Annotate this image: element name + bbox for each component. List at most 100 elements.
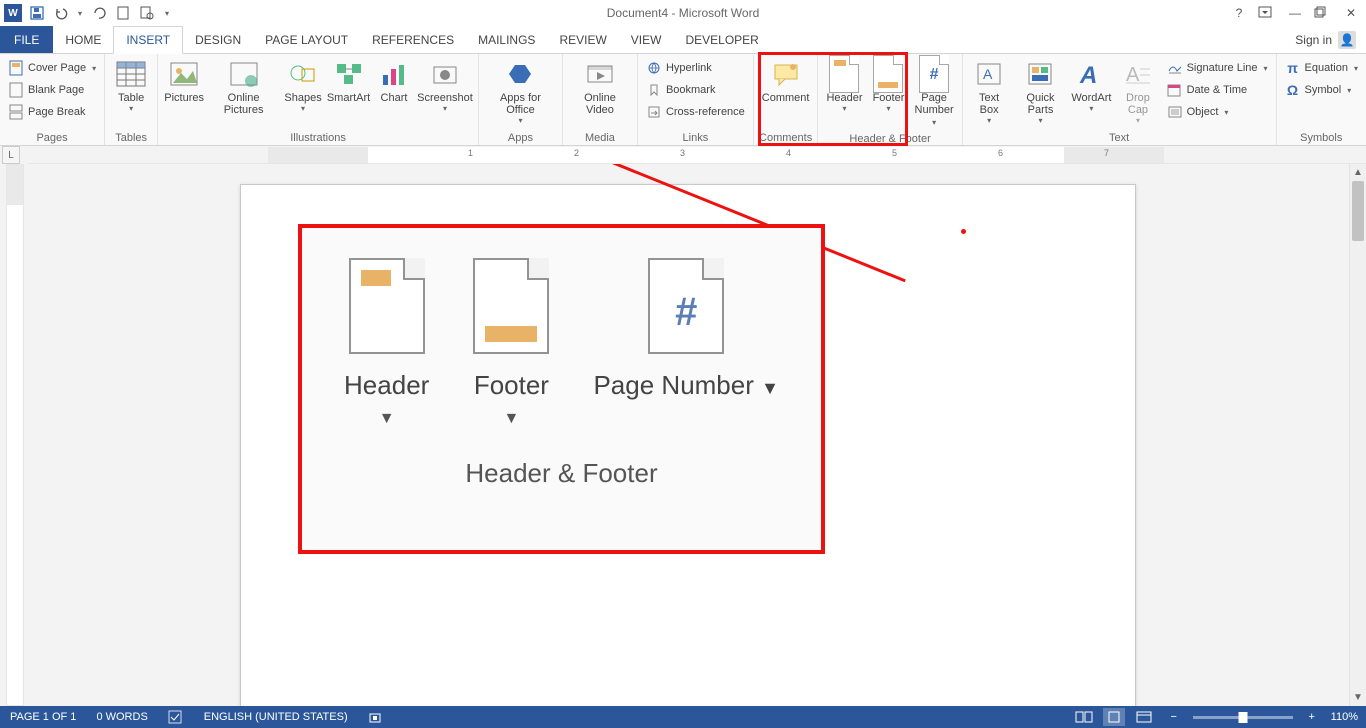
pictures-icon — [168, 58, 200, 90]
scroll-down-button[interactable]: ▼ — [1350, 689, 1366, 706]
scroll-up-button[interactable]: ▲ — [1350, 164, 1366, 181]
tab-home[interactable]: HOME — [53, 26, 113, 53]
tab-insert[interactable]: INSERT — [113, 26, 183, 54]
vertical-scrollbar[interactable]: ▲ ▼ — [1349, 164, 1366, 706]
callout-header-item: Header ▼ — [344, 258, 429, 428]
hyperlink-button[interactable]: Hyperlink — [646, 58, 745, 78]
group-media: Online Video Media — [563, 54, 638, 145]
sign-in-link[interactable]: Sign in — [1295, 33, 1332, 47]
scroll-thumb[interactable] — [1352, 181, 1364, 241]
bookmark-icon — [646, 82, 662, 98]
group-comments: Comment Comments — [754, 54, 819, 145]
apps-for-office-button[interactable]: Apps for Office▾ — [483, 56, 558, 127]
screenshot-button[interactable]: Screenshot▾ — [416, 56, 474, 115]
ribbon-display-button[interactable] — [1258, 6, 1276, 20]
callout-footer-item: Footer ▼ — [473, 258, 549, 428]
view-web-button[interactable] — [1133, 708, 1155, 726]
smartart-button[interactable]: SmartArt — [325, 56, 372, 106]
hyperlink-icon — [646, 60, 662, 76]
qat-customize-dropdown[interactable]: ▾ — [162, 4, 172, 22]
qat-new-button[interactable] — [114, 4, 132, 22]
horizontal-ruler[interactable]: 1 2 3 4 5 6 7 — [28, 146, 1366, 164]
blank-page-button[interactable]: Blank Page — [8, 80, 96, 100]
page-break-icon — [8, 104, 24, 120]
document-workspace: Header ▼ Footer ▼ # Page Number ▼ Header… — [0, 164, 1366, 706]
object-button[interactable]: Object▾ — [1167, 102, 1268, 122]
tab-selector-button[interactable]: L — [2, 146, 20, 164]
quick-access-toolbar: W ▾ ▾ — [0, 4, 172, 22]
symbol-button[interactable]: ΩSymbol▾ — [1285, 80, 1358, 100]
signature-icon — [1167, 60, 1183, 76]
qat-redo-button[interactable] — [90, 4, 108, 22]
wordart-icon: A — [1075, 58, 1107, 90]
online-video-button[interactable]: Online Video — [567, 56, 633, 118]
cover-page-icon — [8, 60, 24, 76]
tab-developer[interactable]: DEVELOPER — [673, 26, 770, 53]
help-button[interactable]: ? — [1230, 6, 1248, 20]
tab-page-layout[interactable]: PAGE LAYOUT — [253, 26, 360, 53]
page-break-button[interactable]: Page Break — [8, 102, 96, 122]
group-header-footer: Header▾ Footer▾ #PageNumber ▾ Header & F… — [818, 54, 962, 145]
tab-view[interactable]: VIEW — [619, 26, 674, 53]
qat-undo-button[interactable] — [52, 4, 70, 22]
screenshot-icon — [429, 58, 461, 90]
zoom-level[interactable]: 110% — [1331, 711, 1358, 723]
status-page[interactable]: PAGE 1 OF 1 — [0, 711, 86, 723]
date-time-button[interactable]: Date & Time — [1167, 80, 1268, 100]
cursor-mark — [961, 229, 966, 234]
tab-file[interactable]: FILE — [0, 26, 53, 53]
qat-preview-button[interactable] — [138, 4, 156, 22]
cover-page-button[interactable]: Cover Page▾ — [8, 58, 96, 78]
word-app-icon: W — [4, 4, 22, 22]
status-macro[interactable] — [358, 710, 392, 724]
comment-button[interactable]: Comment — [758, 56, 814, 106]
svg-text:A: A — [983, 66, 993, 82]
status-spellcheck[interactable] — [158, 710, 194, 724]
pictures-button[interactable]: Pictures — [162, 56, 206, 106]
zoom-out-button[interactable]: − — [1163, 708, 1185, 726]
tab-references[interactable]: REFERENCES — [360, 26, 466, 53]
bookmark-button[interactable]: Bookmark — [646, 80, 745, 100]
status-language[interactable]: ENGLISH (UNITED STATES) — [194, 711, 358, 723]
quick-parts-icon — [1024, 58, 1056, 90]
qat-save-button[interactable] — [28, 4, 46, 22]
minimize-button[interactable]: — — [1286, 6, 1304, 20]
close-button[interactable]: ✕ — [1342, 6, 1360, 20]
svg-text:A: A — [1079, 62, 1097, 87]
group-tables: Table▾ Tables — [105, 54, 158, 145]
ruler-area: L 1 2 3 4 5 6 7 — [0, 146, 1366, 164]
zoom-slider[interactable] — [1193, 716, 1293, 719]
annotation-callout-box: Header ▼ Footer ▼ # Page Number ▼ Header… — [298, 224, 825, 554]
chart-button[interactable]: Chart — [372, 56, 416, 106]
zoom-in-button[interactable]: + — [1301, 708, 1323, 726]
signature-line-button[interactable]: Signature Line▾ — [1167, 58, 1268, 78]
online-pictures-button[interactable]: Online Pictures — [206, 56, 281, 118]
equation-button[interactable]: πEquation▾ — [1285, 58, 1358, 78]
cross-reference-button[interactable]: Cross-reference — [646, 102, 745, 122]
text-box-button[interactable]: AText Box▾ — [967, 56, 1012, 127]
group-pages: Cover Page▾ Blank Page Page Break Pages — [0, 54, 105, 145]
drop-cap-button[interactable]: ADrop Cap▾ — [1113, 56, 1162, 127]
tab-review[interactable]: REVIEW — [547, 26, 618, 53]
table-button[interactable]: Table▾ — [109, 56, 153, 115]
callout-header-icon — [349, 258, 425, 354]
tab-mailings[interactable]: MAILINGS — [466, 26, 547, 53]
callout-group-label: Header & Footer — [302, 458, 821, 489]
vertical-ruler[interactable] — [6, 164, 24, 706]
window-title: Document4 - Microsoft Word — [607, 6, 760, 20]
footer-button[interactable]: Footer▾ — [866, 56, 910, 115]
object-icon — [1167, 104, 1183, 120]
status-words[interactable]: 0 WORDS — [86, 711, 157, 723]
page-number-button[interactable]: #PageNumber ▾ — [910, 56, 957, 131]
maximize-button[interactable] — [1314, 6, 1332, 20]
view-print-button[interactable] — [1103, 708, 1125, 726]
header-button[interactable]: Header▾ — [822, 56, 866, 115]
wordart-button[interactable]: AWordArt▾ — [1069, 56, 1113, 115]
view-read-button[interactable] — [1073, 708, 1095, 726]
qat-undo-dropdown[interactable]: ▾ — [76, 4, 84, 22]
group-symbols: πEquation▾ ΩSymbol▾ Symbols — [1277, 54, 1366, 145]
quick-parts-button[interactable]: Quick Parts▾ — [1012, 56, 1070, 127]
shapes-icon — [287, 58, 319, 90]
tab-design[interactable]: DESIGN — [183, 26, 253, 53]
shapes-button[interactable]: Shapes▾ — [281, 56, 325, 115]
